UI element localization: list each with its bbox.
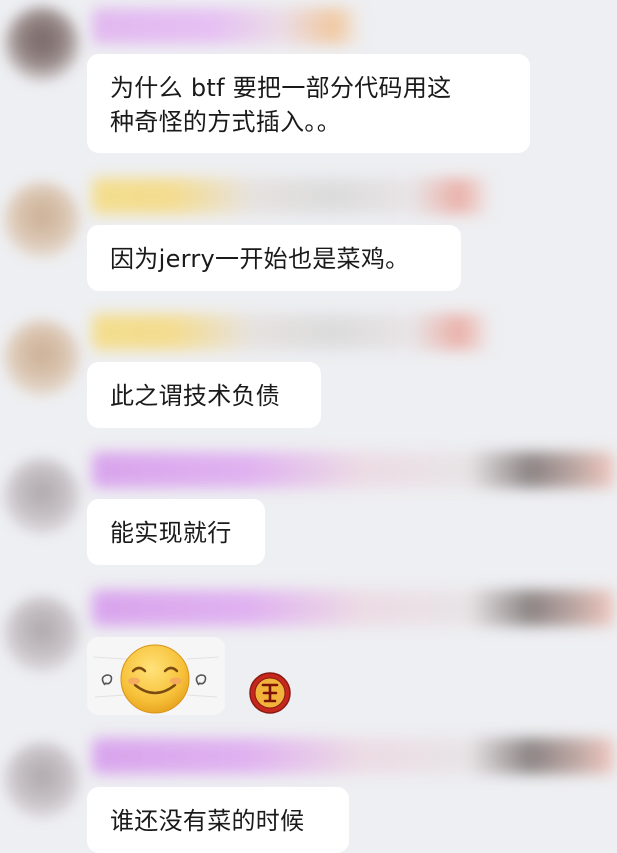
avatar[interactable] [4, 320, 80, 396]
message-bubble[interactable]: 因为jerry一开始也是菜鸡。 [87, 225, 461, 291]
avatar[interactable] [4, 458, 80, 534]
sender-name-blurred [92, 8, 362, 44]
message-bubble[interactable]: 谁还没有菜的时候 [87, 787, 349, 853]
avatar[interactable] [4, 742, 80, 818]
smiley-face-sticker [87, 637, 225, 715]
sender-name-blurred [92, 590, 614, 626]
avatar[interactable] [4, 6, 80, 82]
message-text: 此之谓技术负债 [110, 382, 281, 410]
red-round-badge-icon [249, 672, 291, 714]
sender-name-blurred [92, 178, 492, 214]
message-bubble[interactable]: 此之谓技术负债 [87, 362, 321, 428]
avatar[interactable] [4, 596, 80, 672]
chat-window: 为什么 btf 要把一部分代码用这 种奇怪的方式插入。。 因为jerry一开始也… [0, 0, 617, 853]
message-bubble[interactable]: 为什么 btf 要把一部分代码用这 种奇怪的方式插入。。 [87, 54, 530, 153]
sender-name-blurred [92, 452, 614, 488]
message-text: 谁还没有菜的时候 [110, 807, 305, 835]
sender-name-blurred [92, 738, 614, 774]
message-bubble[interactable]: 能实现就行 [87, 499, 265, 565]
message-text: 为什么 btf 要把一部分代码用这 种奇怪的方式插入。。 [110, 74, 452, 136]
message-text: 能实现就行 [110, 519, 232, 547]
avatar[interactable] [4, 182, 80, 258]
reaction-badge[interactable] [248, 671, 292, 715]
message-text: 因为jerry一开始也是菜鸡。 [110, 245, 410, 273]
sender-name-blurred [92, 314, 492, 350]
sticker-message[interactable] [87, 637, 225, 715]
